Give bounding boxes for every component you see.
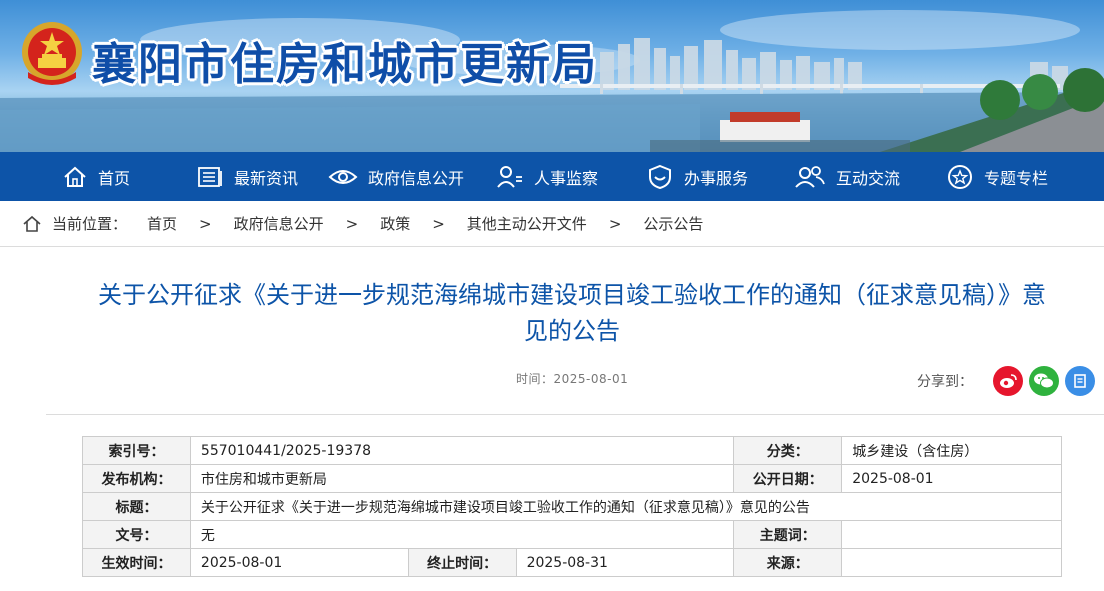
person-icon bbox=[497, 165, 522, 188]
news-icon bbox=[198, 166, 222, 187]
nav-item-gov-info[interactable]: 政府信息公开 bbox=[328, 152, 464, 201]
breadcrumb-item-other-files[interactable]: 其他主动公开文件 bbox=[467, 213, 587, 234]
time-value: 2025-08-01 bbox=[553, 372, 629, 386]
breadcrumb-separator: > bbox=[432, 214, 445, 233]
keywords-label: 主题词： bbox=[733, 520, 843, 549]
national-emblem-icon bbox=[22, 22, 82, 85]
document-share-icon bbox=[1074, 374, 1086, 388]
main-nav: 首页 最新资讯 政府信息公开 人事监察 办事服务 互动交流 专题专栏 bbox=[0, 152, 1104, 201]
document-info-table: 索引号： 557010441/2025-19378 分类： 城乡建设（含住房） … bbox=[82, 436, 1063, 577]
people-icon bbox=[795, 165, 825, 188]
breadcrumb-item-policy[interactable]: 政策 bbox=[380, 213, 410, 234]
article-meta: 时间：2025-08-01 bbox=[516, 370, 628, 387]
pubdate-label: 公开日期： bbox=[733, 464, 843, 493]
eye-icon bbox=[328, 169, 358, 184]
source-value bbox=[841, 548, 1062, 577]
breadcrumb: 当前位置： 首页 > 政府信息公开 > 政策 > 其他主动公开文件 > 公示公告 bbox=[0, 201, 1104, 247]
nav-label: 办事服务 bbox=[684, 168, 749, 188]
wechat-share-button[interactable] bbox=[1029, 366, 1059, 396]
pubdate-value: 2025-08-01 bbox=[841, 464, 1062, 493]
other-share-button[interactable] bbox=[1065, 366, 1095, 396]
shield-icon bbox=[649, 164, 671, 189]
nav-item-special[interactable]: 专题专栏 bbox=[946, 152, 1048, 201]
nav-item-interaction[interactable]: 互动交流 bbox=[794, 152, 900, 201]
home-icon bbox=[64, 166, 86, 187]
home-icon bbox=[23, 215, 41, 232]
breadcrumb-separator: > bbox=[608, 214, 622, 233]
share-label: 分享到： bbox=[917, 374, 973, 390]
nav-label: 人事监察 bbox=[534, 168, 599, 188]
table-row: 文号： 无 主题词： bbox=[82, 520, 1062, 549]
publisher-label: 发布机构： bbox=[82, 464, 191, 493]
nav-item-personnel[interactable]: 人事监察 bbox=[496, 152, 598, 201]
article-title: 关于公开征求《关于进一步规范海绵城市建设项目竣工验收工作的通知（征求意见稿）》意… bbox=[98, 281, 1046, 345]
docno-label: 文号： bbox=[82, 520, 191, 549]
end-label: 终止时间： bbox=[407, 548, 517, 577]
nav-item-services[interactable]: 办事服务 bbox=[646, 152, 748, 201]
title-label: 标题： bbox=[82, 492, 191, 521]
end-value: 2025-08-31 bbox=[515, 548, 735, 577]
breadcrumb-separator: > bbox=[199, 214, 212, 233]
table-row: 发布机构： 市住房和城市更新局 公开日期： 2025-08-01 bbox=[82, 464, 1062, 493]
breadcrumb-item-notices[interactable]: 公示公告 bbox=[643, 213, 703, 234]
table-row: 标题： 关于公开征求《关于进一步规范海绵城市建设项目竣工验收工作的通知（征求意见… bbox=[82, 492, 1063, 521]
weibo-icon bbox=[1000, 374, 1017, 388]
keywords-value bbox=[841, 520, 1062, 549]
time-label: 时间： bbox=[516, 372, 554, 386]
source-label: 来源： bbox=[733, 548, 843, 577]
effective-value: 2025-08-01 bbox=[189, 548, 409, 577]
nav-label: 专题专栏 bbox=[984, 168, 1049, 188]
nav-item-home[interactable]: 首页 bbox=[62, 152, 130, 201]
docno-value: 无 bbox=[189, 520, 735, 549]
effective-label: 生效时间： bbox=[82, 548, 191, 577]
category-label: 分类： bbox=[733, 436, 843, 465]
breadcrumb-prefix: 当前位置： bbox=[52, 215, 128, 233]
publisher-value: 市住房和城市更新局 bbox=[189, 464, 735, 493]
nav-item-news[interactable]: 最新资讯 bbox=[196, 152, 298, 201]
share-bar: 分享到： bbox=[917, 366, 1095, 396]
wechat-icon bbox=[1034, 373, 1054, 389]
category-value: 城乡建设（含住房） bbox=[841, 436, 1062, 465]
breadcrumb-item-gov-info[interactable]: 政府信息公开 bbox=[234, 213, 324, 234]
site-banner: 襄阳市住房和城市更新局 bbox=[0, 0, 1104, 152]
breadcrumb-item-home[interactable]: 首页 bbox=[147, 213, 177, 234]
breadcrumb-separator: > bbox=[345, 214, 359, 233]
table-row: 生效时间： 2025-08-01 终止时间： 2025-08-31 来源： bbox=[82, 548, 1062, 577]
divider bbox=[46, 414, 1104, 415]
index-value: 557010441/2025-19378 bbox=[189, 436, 735, 465]
nav-label: 政府信息公开 bbox=[368, 168, 465, 188]
nav-label: 首页 bbox=[98, 168, 131, 188]
nav-label: 最新资讯 bbox=[234, 168, 299, 188]
nav-label: 互动交流 bbox=[836, 168, 901, 188]
index-label: 索引号： bbox=[82, 436, 191, 465]
site-title: 襄阳市住房和城市更新局 bbox=[92, 39, 598, 90]
star-icon bbox=[948, 164, 972, 189]
weibo-share-button[interactable] bbox=[993, 366, 1023, 396]
table-row: 索引号： 557010441/2025-19378 分类： 城乡建设（含住房） bbox=[82, 436, 1062, 465]
title-value: 关于公开征求《关于进一步规范海绵城市建设项目竣工验收工作的通知（征求意见稿）》意… bbox=[189, 492, 1063, 521]
